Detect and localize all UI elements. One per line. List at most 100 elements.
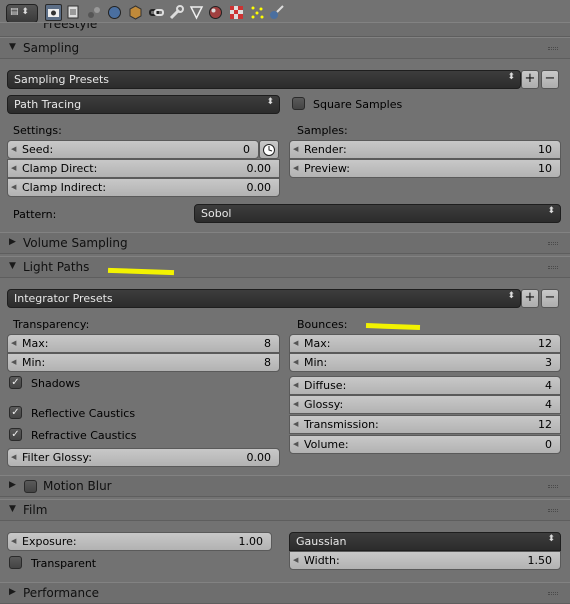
world-icon[interactable] bbox=[106, 4, 123, 21]
transparent-checkbox[interactable] bbox=[9, 556, 22, 569]
expanded-triangle-icon: ▼ bbox=[9, 261, 16, 271]
texture-icon[interactable] bbox=[228, 4, 245, 21]
diffuse-bounces-field[interactable]: ◀ Diffuse: 4 bbox=[289, 376, 561, 395]
pattern-menu[interactable]: Sobol ⬍ bbox=[194, 204, 561, 223]
remove-preset-button[interactable]: − bbox=[541, 70, 559, 89]
editor-type-menu[interactable]: ▤ ⬍ bbox=[6, 4, 38, 23]
transparency-min-field[interactable]: ◀ Min: 8 bbox=[7, 353, 280, 372]
freestyle-header[interactable]: Freestyle bbox=[0, 22, 570, 37]
preview-samples-label: Preview: bbox=[304, 162, 350, 175]
seed-field[interactable]: ◀ Seed: 0 bbox=[7, 140, 259, 159]
glossy-value: 4 bbox=[545, 398, 552, 411]
settings-label: Settings: bbox=[13, 124, 62, 137]
sampling-mode-label: Path Tracing bbox=[14, 98, 82, 111]
render-layers-icon[interactable] bbox=[65, 4, 82, 21]
collapsed-triangle-icon: ▶ bbox=[9, 480, 16, 490]
render-samples-value: 10 bbox=[538, 143, 552, 156]
material-icon[interactable] bbox=[207, 4, 224, 21]
render-icon[interactable] bbox=[45, 4, 62, 21]
light-paths-title: Light Paths bbox=[23, 260, 90, 274]
diffuse-value: 4 bbox=[545, 379, 552, 392]
preview-samples-field[interactable]: ◀ Preview: 10 bbox=[289, 159, 561, 178]
yellow-annotation-mark bbox=[365, 323, 421, 330]
transmission-label: Transmission: bbox=[304, 418, 379, 431]
chevron-updown-icon: ⬍ bbox=[507, 291, 515, 301]
add-preset-button[interactable]: + bbox=[521, 70, 539, 89]
object-icon[interactable] bbox=[127, 4, 144, 21]
refractive-caustics-checkbox[interactable]: ✓ bbox=[9, 428, 22, 441]
filter-width-value: 1.50 bbox=[527, 554, 553, 567]
clamp-indirect-label: Clamp Indirect: bbox=[22, 181, 107, 194]
drag-grip-icon[interactable] bbox=[548, 485, 558, 488]
clamp-direct-field[interactable]: ◀ Clamp Direct: 0.00 bbox=[7, 159, 280, 178]
transmission-value: 12 bbox=[538, 418, 552, 431]
transparent-label: Transparent bbox=[31, 557, 97, 570]
volume-value: 0 bbox=[545, 438, 552, 451]
constraints-icon[interactable] bbox=[148, 4, 165, 21]
exposure-field[interactable]: ◀ Exposure: 1.00 bbox=[7, 532, 272, 551]
seed-value: 0 bbox=[243, 143, 250, 156]
remove-preset-button[interactable]: − bbox=[541, 289, 559, 308]
performance-title: Performance bbox=[23, 586, 100, 600]
volume-bounces-field[interactable]: ◀ Volume: 0 bbox=[289, 435, 561, 454]
bounces-max-label: Max: bbox=[304, 337, 331, 350]
transparency-max-field[interactable]: ◀ Max: 8 bbox=[7, 334, 280, 353]
sampling-presets-label: Sampling Presets bbox=[14, 73, 110, 86]
drag-grip-icon[interactable] bbox=[548, 592, 558, 595]
sampling-header[interactable]: ▼ Sampling bbox=[0, 37, 570, 59]
drag-grip-icon[interactable] bbox=[548, 266, 558, 269]
glossy-bounces-field[interactable]: ◀ Glossy: 4 bbox=[289, 395, 561, 414]
filter-glossy-field[interactable]: ◀ Filter Glossy: 0.00 bbox=[7, 448, 280, 467]
filter-glossy-value: 0.00 bbox=[246, 451, 272, 464]
animated-seed-button[interactable] bbox=[259, 140, 279, 159]
motion-blur-checkbox[interactable] bbox=[24, 480, 37, 493]
filter-type-menu[interactable]: Gaussian ⬍ bbox=[289, 532, 561, 551]
reflective-caustics-checkbox[interactable]: ✓ bbox=[9, 406, 22, 419]
square-samples-checkbox[interactable] bbox=[292, 97, 305, 110]
drag-grip-icon[interactable] bbox=[548, 242, 558, 245]
filter-type-value: Gaussian bbox=[296, 535, 347, 548]
particles-icon[interactable] bbox=[249, 4, 266, 21]
diffuse-label: Diffuse: bbox=[304, 379, 347, 392]
chevron-updown-icon: ⬍ bbox=[547, 206, 555, 216]
sampling-presets-menu[interactable]: Sampling Presets ⬍ bbox=[7, 70, 521, 89]
sampling-title: Sampling bbox=[23, 41, 80, 55]
physics-icon[interactable] bbox=[268, 4, 285, 21]
collapsed-triangle-icon: ▶ bbox=[9, 237, 16, 247]
data-icon[interactable] bbox=[188, 4, 205, 21]
shadows-label: Shadows bbox=[31, 377, 81, 390]
bounces-max-field[interactable]: ◀ Max: 12 bbox=[289, 334, 561, 353]
motion-blur-header[interactable]: ▶ Motion Blur bbox=[0, 475, 570, 497]
filter-width-label: Width: bbox=[304, 554, 340, 567]
filter-width-field[interactable]: ◀ Width: 1.50 bbox=[289, 551, 561, 570]
drag-grip-icon[interactable] bbox=[548, 509, 558, 512]
clamp-direct-label: Clamp Direct: bbox=[22, 162, 98, 175]
integrator-presets-label: Integrator Presets bbox=[14, 292, 113, 305]
shadows-checkbox[interactable]: ✓ bbox=[9, 376, 22, 389]
integrator-presets-menu[interactable]: Integrator Presets ⬍ bbox=[7, 289, 521, 308]
add-preset-button[interactable]: + bbox=[521, 289, 539, 308]
film-header[interactable]: ▼ Film bbox=[0, 499, 570, 521]
filter-glossy-label: Filter Glossy: bbox=[22, 451, 92, 464]
clamp-indirect-field[interactable]: ◀ Clamp Indirect: 0.00 bbox=[7, 178, 280, 197]
modifiers-icon[interactable] bbox=[168, 4, 185, 21]
volume-label: Volume: bbox=[304, 438, 349, 451]
drag-grip-icon[interactable] bbox=[548, 47, 558, 50]
sampling-mode-menu[interactable]: Path Tracing ⬍ bbox=[7, 95, 280, 114]
render-samples-field[interactable]: ◀ Render: 10 bbox=[289, 140, 561, 159]
bounces-min-value: 3 bbox=[545, 356, 552, 369]
transmission-bounces-field[interactable]: ◀ Transmission: 12 bbox=[289, 415, 561, 434]
chevron-updown-icon: ⬍ bbox=[266, 97, 274, 107]
transparency-min-label: Min: bbox=[22, 356, 46, 369]
scene-icon[interactable] bbox=[86, 4, 103, 21]
transparency-min-value: 8 bbox=[264, 356, 271, 369]
performance-header[interactable]: ▶ Performance bbox=[0, 582, 570, 604]
render-samples-label: Render: bbox=[304, 143, 347, 156]
expanded-triangle-icon: ▼ bbox=[9, 504, 16, 514]
bounces-min-field[interactable]: ◀ Min: 3 bbox=[289, 353, 561, 372]
transparency-label: Transparency: bbox=[13, 318, 90, 331]
clamp-direct-value: 0.00 bbox=[246, 162, 272, 175]
expanded-triangle-icon: ▼ bbox=[9, 42, 16, 52]
volume-sampling-header[interactable]: ▶ Volume Sampling bbox=[0, 232, 570, 254]
light-paths-header[interactable]: ▼ Light Paths bbox=[0, 256, 570, 278]
